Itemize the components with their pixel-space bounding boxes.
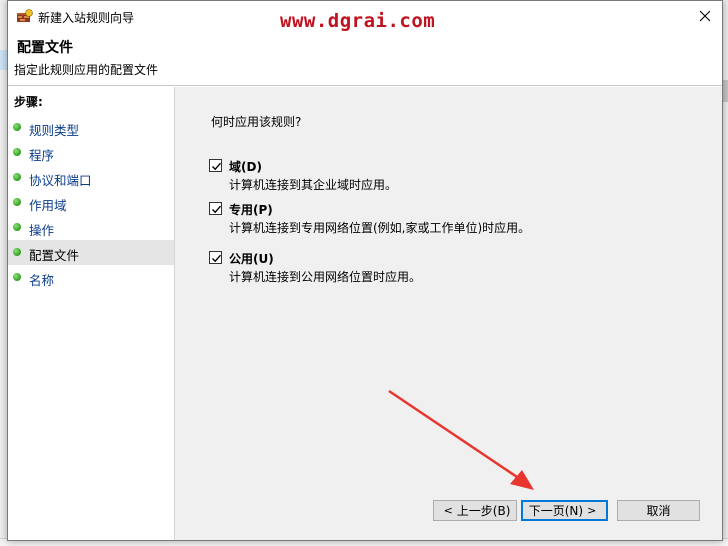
domain-description: 计算机连接到其企业域时应用。: [229, 178, 398, 192]
window-title: 新建入站规则向导: [38, 11, 135, 25]
cancel-button[interactable]: 取消: [617, 500, 700, 521]
private-label[interactable]: 专用(P): [229, 201, 273, 218]
sidebar-item-label: 规则类型: [29, 123, 80, 138]
green-dot-icon: [13, 223, 21, 231]
green-dot-icon: [13, 248, 21, 256]
chevron-right-icon: >: [587, 504, 597, 517]
green-dot-icon: [13, 198, 21, 206]
option-private: 专用(P) 计算机连接到专用网络位置(例如,家或工作单位)时应用。: [209, 201, 689, 237]
public-label[interactable]: 公用(U): [229, 250, 274, 267]
green-dot-icon: [13, 148, 21, 156]
sidebar-item-protocol-ports[interactable]: 协议和端口: [8, 165, 174, 190]
page-subtitle: 指定此规则应用的配置文件: [14, 63, 159, 77]
sidebar-item-rule-type[interactable]: 规则类型: [8, 115, 174, 140]
sidebar-item-label: 程序: [29, 148, 55, 163]
wizard-window: 新建入站规则向导 www.dgrai.com 配置文件 指定此规则应用的配置文件…: [7, 0, 723, 541]
sidebar-item-label: 作用域: [29, 198, 67, 213]
title-bar[interactable]: 新建入站规则向导 www.dgrai.com: [8, 1, 722, 32]
chevron-left-icon: <: [443, 504, 453, 517]
domain-checkbox[interactable]: [209, 159, 222, 172]
next-button-label: 下一页(N): [528, 504, 584, 518]
private-description: 计算机连接到专用网络位置(例如,家或工作单位)时应用。: [229, 221, 531, 235]
green-dot-icon: [13, 123, 21, 131]
wizard-body: 步骤: 规则类型 程序 协议和端口 作用域 操作 配置文件 名称 何时应用该规则…: [8, 87, 722, 540]
cancel-button-label: 取消: [646, 504, 671, 518]
green-dot-icon: [13, 273, 21, 281]
checkmark-icon: [212, 254, 222, 263]
next-button[interactable]: 下一页(N) >: [521, 500, 608, 521]
steps-label: 步骤:: [14, 95, 43, 109]
sidebar-item-label: 名称: [29, 273, 55, 288]
sidebar-item-name[interactable]: 名称: [8, 265, 174, 290]
green-dot-icon: [13, 173, 21, 181]
sidebar-item-program[interactable]: 程序: [8, 140, 174, 165]
content-panel: 何时应用该规则? 域(D) 计算机连接到其企业域时应用。 专用(P) 计算机连接…: [176, 87, 722, 540]
page-title: 配置文件: [17, 40, 73, 56]
firewall-wizard-icon: [17, 9, 33, 23]
sidebar-item-profile[interactable]: 配置文件: [8, 240, 174, 265]
watermark-text: www.dgrai.com: [280, 10, 436, 32]
wizard-header: 配置文件 指定此规则应用的配置文件: [8, 32, 722, 86]
sidebar-item-label: 操作: [29, 223, 55, 238]
sidebar-item-scope[interactable]: 作用域: [8, 190, 174, 215]
sidebar-item-label: 配置文件: [29, 248, 80, 263]
domain-label[interactable]: 域(D): [229, 158, 262, 175]
profile-question: 何时应用该规则?: [211, 115, 302, 129]
private-checkbox[interactable]: [209, 202, 222, 215]
sidebar-item-label: 协议和端口: [29, 173, 92, 188]
steps-sidebar: 步骤: 规则类型 程序 协议和端口 作用域 操作 配置文件 名称: [8, 87, 175, 540]
public-description: 计算机连接到公用网络位置时应用。: [229, 270, 422, 284]
back-button[interactable]: < 上一步(B): [433, 500, 517, 521]
option-public: 公用(U) 计算机连接到公用网络位置时应用。: [209, 250, 689, 286]
back-button-label: 上一步(B): [456, 504, 511, 518]
option-domain: 域(D) 计算机连接到其企业域时应用。: [209, 158, 689, 194]
sidebar-item-action[interactable]: 操作: [8, 215, 174, 240]
checkmark-icon: [212, 162, 222, 171]
close-icon[interactable]: [698, 9, 712, 23]
public-checkbox[interactable]: [209, 251, 222, 264]
checkmark-icon: [212, 205, 222, 214]
